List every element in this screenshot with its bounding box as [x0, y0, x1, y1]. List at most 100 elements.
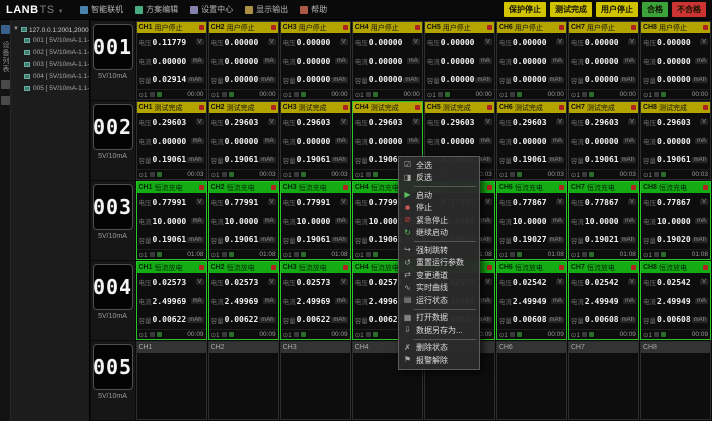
menu-help[interactable]: 帮助 — [300, 4, 327, 15]
channel-cell-003-ch3[interactable]: CH3恒流充电电压0.77991V电流10.0000mA容量0.19061mAh… — [280, 181, 351, 260]
ctx-open-data[interactable]: ▦打开数据 — [399, 312, 479, 325]
voltage-row: 电压0.77991V — [209, 193, 278, 212]
ctx-alarm-clear[interactable]: ⚑报警解除 — [399, 354, 479, 367]
logo-caret-icon[interactable]: ▼ — [58, 9, 64, 15]
unit-v-label: V — [700, 199, 708, 205]
unit-mah-label: mAh — [187, 317, 203, 323]
channel-cell-005-ch3[interactable]: CH3 — [280, 341, 351, 420]
channel-cell-001-ch2[interactable]: CH2用户停止电压0.00000V电流0.00000mA容量0.00000mAh… — [208, 21, 279, 100]
channel-cell-001-ch4[interactable]: CH4用户停止电压0.00000V电流0.00000mA容量0.00000mAh… — [352, 21, 423, 100]
channel-cell-002-ch6[interactable]: CH6测试完成电压0.29603V电流0.00000mA容量0.19061mAh… — [496, 101, 567, 180]
channel-cell-001-ch7[interactable]: CH7用户停止电压0.00000V电流0.00000mA容量0.00000mAh… — [568, 21, 639, 100]
capacity-label: 容量 — [283, 155, 296, 165]
ctx-delete-status[interactable]: ✗删除状态 — [399, 342, 479, 355]
ctx-emergency-stop[interactable]: ⊘紧急停止 — [399, 214, 479, 227]
channel-cell-004-ch2[interactable]: CH2恒流放电电压0.02573V电流2.49969mA容量0.00622mAh… — [208, 261, 279, 340]
channel-cell-001-ch8[interactable]: CH8用户停止电压0.00000V电流0.00000mA容量0.00000mAh… — [640, 21, 711, 100]
channel-cell-002-ch1[interactable]: CH1测试完成电压0.29603V电流0.00000mA容量0.19061mAh… — [136, 101, 207, 180]
menu-separator — [414, 309, 476, 310]
capacity-label: 容量 — [211, 155, 224, 165]
voltage-row: 电压0.29603V — [353, 113, 422, 132]
channel-cell-004-ch7[interactable]: CH7恒流放电电压0.02542V电流2.49949mA容量0.00608mAh… — [568, 261, 639, 340]
ctx-invert-selection[interactable]: ◨反选 — [399, 172, 479, 185]
channel-footer: ⊙100:00 — [209, 89, 278, 99]
capacity-label: 容量 — [283, 235, 296, 245]
ctx-force-jump[interactable]: ↪强制跳转 — [399, 244, 479, 257]
channel-header: CH6 — [497, 342, 566, 353]
voltage-row: 电压0.29603V — [569, 113, 638, 132]
data-view-icon[interactable] — [1, 80, 10, 89]
channel-cell-005-ch8[interactable]: CH8 — [640, 341, 711, 420]
voltage-label: 电压 — [283, 277, 296, 287]
channel-cell-005-ch2[interactable]: CH2 — [208, 341, 279, 420]
ctx-change-channel[interactable]: ⇄变更通道 — [399, 269, 479, 282]
channel-cell-002-ch3[interactable]: CH3测试完成电压0.29603V电流0.00000mA容量0.19061mAh… — [280, 101, 351, 180]
ctx-resume-start[interactable]: ↻继续启动 — [399, 227, 479, 240]
unit-mah-label: mAh — [692, 157, 708, 163]
channel-cell-003-ch6[interactable]: CH6恒流充电电压0.77867V电流10.0000mA容量0.19027mAh… — [496, 181, 567, 260]
ctx-realtime-curve[interactable]: ∿实时曲线 — [399, 282, 479, 295]
tree-root[interactable]: ▼ 127.0.0.1:2001,2000 [在线设备5 台] — [13, 24, 87, 34]
menu-smart-connect[interactable]: 智能联机 — [80, 4, 123, 15]
info-icon[interactable] — [1, 96, 10, 105]
channel-cell-005-ch1[interactable]: CH1 — [136, 341, 207, 420]
channel-cell-003-ch2[interactable]: CH2恒流充电电压0.77991V电流10.0000mA容量0.19061mAh… — [208, 181, 279, 260]
ctx-reset-run-params[interactable]: ↺重置运行参数 — [399, 257, 479, 270]
tree-device-2[interactable]: 002 [ 5V/10mA-1.1-20180501002] — [13, 46, 87, 58]
mode-icon — [654, 332, 659, 337]
tree-device-1[interactable]: 001 [ 5V/10mA-1.1-20180501001] — [13, 34, 87, 46]
device-list-icon[interactable] — [1, 25, 10, 34]
ctx-select-all[interactable]: ☑全选 — [399, 159, 479, 172]
channel-cell-005-ch6[interactable]: CH6 — [496, 341, 567, 420]
channel-name: CH2 — [211, 264, 225, 271]
channel-cell-005-ch7[interactable]: CH7 — [568, 341, 639, 420]
channel-cell-004-ch1[interactable]: CH1恒流放电电压0.02573V电流2.49969mA容量0.00622mAh… — [136, 261, 207, 340]
channel-cell-001-ch1[interactable]: CH1用户停止电压0.11779V电流0.00000mA容量0.02914mAh… — [136, 21, 207, 100]
channel-cell-002-ch7[interactable]: CH7测试完成电压0.29603V电流0.00000mA容量0.19061mAh… — [568, 101, 639, 180]
current-label: 电流 — [499, 136, 512, 146]
tree-device-4[interactable]: 004 [ 5V/10mA-1.1-20180501004] — [13, 70, 87, 82]
capacity-row: 容量0.19061mAh — [137, 230, 206, 249]
record-icon — [517, 332, 522, 337]
voltage-row: 电压0.00000V — [641, 33, 710, 52]
channel-cell-003-ch8[interactable]: CH8恒流充电电压0.77867V电流10.0000mA容量0.19020mAh… — [640, 181, 711, 260]
open-data-icon: ▦ — [403, 314, 412, 322]
tree-device-5[interactable]: 005 [ 5V/10mA-1.1-20180501005] — [13, 82, 87, 94]
ctx-run-status[interactable]: ▤运行状态 — [399, 294, 479, 307]
channel-cell-003-ch1[interactable]: CH1恒流充电电压0.77991V电流10.0000mA容量0.19061mAh… — [136, 181, 207, 260]
menu-plan-edit[interactable]: 方案编辑 — [135, 4, 178, 15]
menu-display-output[interactable]: 显示输出 — [245, 4, 288, 15]
tree-device-3[interactable]: 003 [ 5V/10mA-1.1-20180501003] — [13, 58, 87, 70]
expand-arrow-icon[interactable]: ▼ — [13, 26, 19, 32]
record-icon — [373, 172, 378, 177]
status-indicator-icon — [631, 25, 636, 30]
unit-mah-label: mAh — [187, 157, 203, 163]
channel-header: CH1用户停止 — [137, 22, 206, 33]
menu-settings-center[interactable]: 设置中心 — [190, 4, 233, 15]
channel-cell-004-ch6[interactable]: CH6恒流放电电压0.02542V电流2.49949mA容量0.00608mAh… — [496, 261, 567, 340]
ctx-start[interactable]: ▶启动 — [399, 189, 479, 202]
channel-name: CH7 — [571, 184, 585, 191]
channel-cell-004-ch8[interactable]: CH8恒流放电电压0.02542V电流2.49949mA容量0.00608mAh… — [640, 261, 711, 340]
ctx-start-label: 启动 — [416, 190, 432, 201]
legend-protect-stop: 保护停止 — [504, 2, 546, 17]
channel-cell-002-ch2[interactable]: CH2测试完成电压0.29603V电流0.00000mA容量0.19061mAh… — [208, 101, 279, 180]
main-area: 设备列表 ▼ 127.0.0.1:2001,2000 [在线设备5 台] 001… — [0, 20, 712, 421]
channel-name: CH4 — [355, 264, 369, 271]
channel-cell-004-ch3[interactable]: CH3恒流放电电压0.02573V电流2.49969mA容量0.00622mAh… — [280, 261, 351, 340]
ctx-stop[interactable]: ■停止 — [399, 202, 479, 215]
mode-icon — [294, 332, 299, 337]
channel-name: CH6 — [499, 104, 513, 111]
channel-cell-003-ch7[interactable]: CH7恒流充电电压0.77867V电流10.0000mA容量0.19021mAh… — [568, 181, 639, 260]
mode-icon — [366, 92, 371, 97]
channel-cell-001-ch5[interactable]: CH5用户停止电压0.00000V电流0.00000mA容量0.00000mAh… — [424, 21, 495, 100]
channel-status: 用户停止 — [515, 23, 543, 33]
ctx-save-data-as[interactable]: ⇩数据另存为... — [399, 324, 479, 337]
voltage-label: 电压 — [571, 277, 584, 287]
unit-ma-label: mA — [263, 218, 276, 224]
channel-cell-001-ch6[interactable]: CH6用户停止电压0.00000V电流0.00000mA容量0.00000mAh… — [496, 21, 567, 100]
channel-cell-001-ch3[interactable]: CH3用户停止电压0.00000V电流0.00000mA容量0.00000mAh… — [280, 21, 351, 100]
unit-mah-label: mAh — [620, 157, 636, 163]
invert-selection-icon: ◨ — [403, 174, 412, 182]
channel-cell-002-ch8[interactable]: CH8测试完成电压0.29603V电流0.00000mA容量0.19061mAh… — [640, 101, 711, 180]
